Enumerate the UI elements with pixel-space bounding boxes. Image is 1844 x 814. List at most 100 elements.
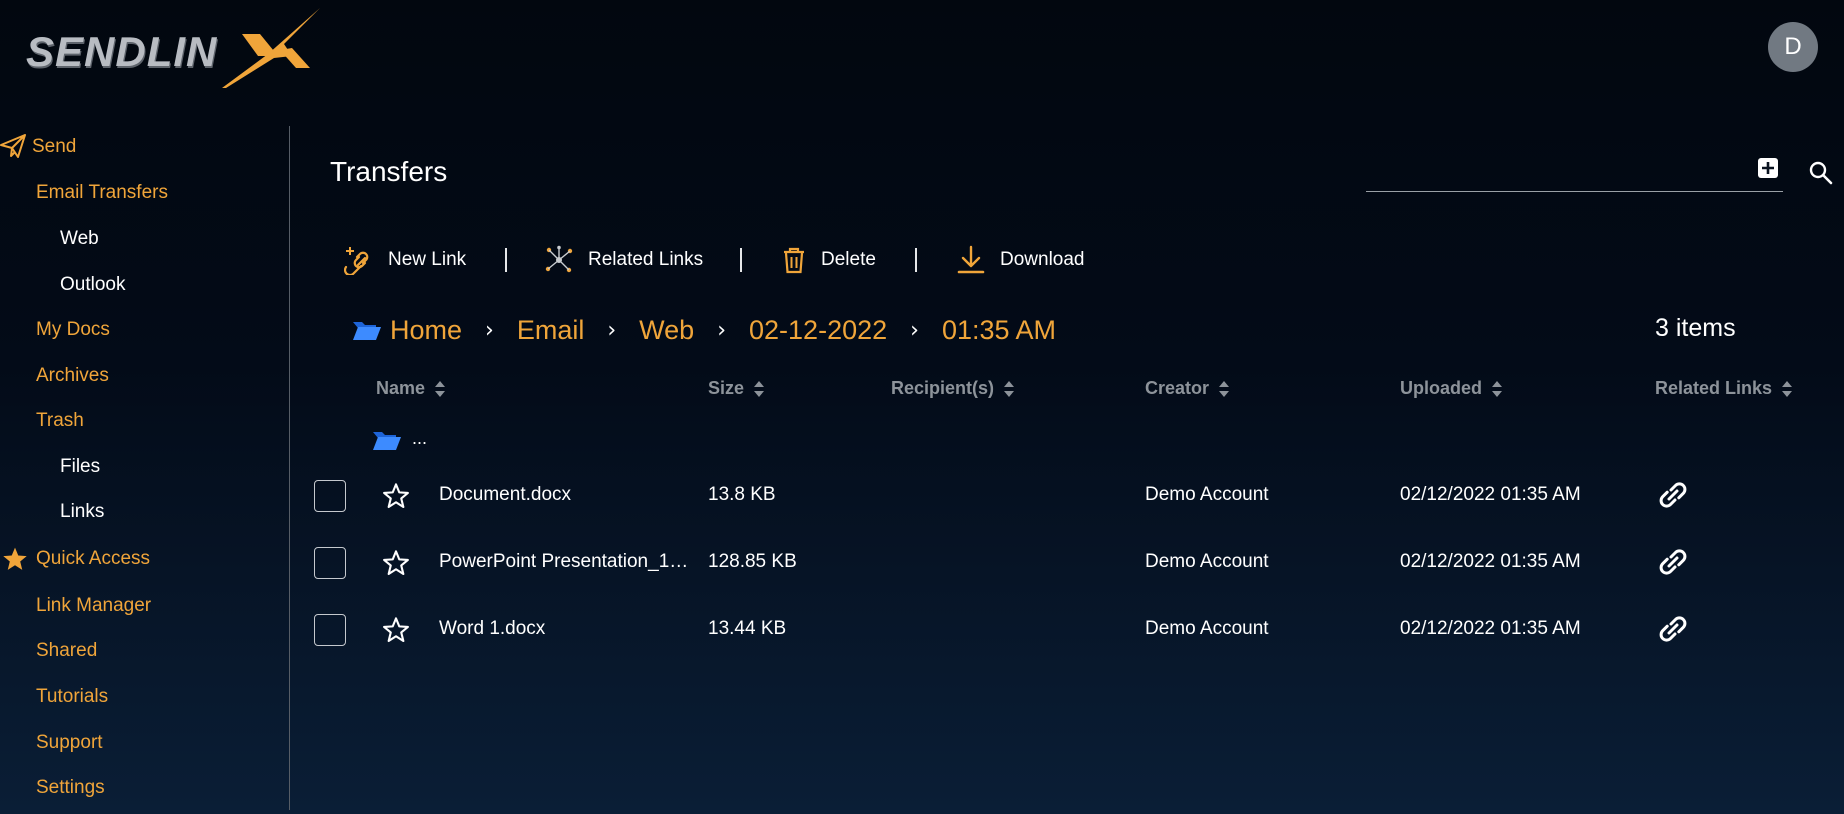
breadcrumb: Home › Email › Web › 02-12-2022 › 01:35 … bbox=[352, 312, 1056, 348]
column-header-recipients[interactable]: Recipient(s) bbox=[891, 378, 1015, 399]
logo-x-mark bbox=[222, 8, 320, 88]
related-links-icon bbox=[545, 245, 573, 273]
search-underline bbox=[1366, 191, 1783, 192]
column-label: Recipient(s) bbox=[891, 378, 995, 398]
breadcrumb-home[interactable]: Home bbox=[390, 315, 462, 346]
user-avatar[interactable]: D bbox=[1768, 22, 1818, 72]
sidebar-item-settings[interactable]: Settings bbox=[36, 777, 105, 799]
sidebar-item-archives[interactable]: Archives bbox=[36, 365, 109, 387]
column-header-related-links[interactable]: Related Links bbox=[1655, 378, 1793, 399]
sidebar-item-label: My Docs bbox=[36, 319, 110, 340]
toolbar-separator bbox=[915, 248, 917, 272]
add-icon[interactable] bbox=[1757, 157, 1779, 179]
sidebar-item-send[interactable]: Send bbox=[0, 134, 77, 158]
breadcrumb-email[interactable]: Email bbox=[517, 315, 585, 346]
column-label: Creator bbox=[1145, 378, 1210, 398]
link-icon[interactable] bbox=[1656, 478, 1690, 512]
items-count: 3 items bbox=[1655, 314, 1736, 342]
file-size: 13.8 KB bbox=[708, 484, 776, 505]
column-header-name[interactable]: Name bbox=[376, 378, 446, 399]
toolbar-separator bbox=[505, 248, 507, 272]
file-name[interactable]: Word 1.docx bbox=[439, 618, 691, 640]
new-link-label: New Link bbox=[388, 249, 467, 270]
sidebar-item-my-docs[interactable]: My Docs bbox=[36, 319, 110, 341]
table-row[interactable]: Word 1.docx 13.44 KB Demo Account 02/12/… bbox=[0, 604, 1844, 652]
star-outline-icon[interactable] bbox=[382, 482, 410, 510]
sidebar-item-outlook[interactable]: Outlook bbox=[60, 274, 125, 296]
breadcrumb-date[interactable]: 02-12-2022 bbox=[749, 315, 887, 346]
sidebar-item-trash[interactable]: Trash bbox=[36, 410, 84, 432]
table-row[interactable]: Document.docx 13.8 KB Demo Account 02/12… bbox=[0, 470, 1844, 518]
sidebar-item-label: Archives bbox=[36, 365, 109, 386]
sidebar-item-label: Tutorials bbox=[36, 686, 109, 707]
add-link-icon bbox=[344, 247, 369, 275]
paper-plane-icon bbox=[0, 134, 26, 158]
column-label: Related Links bbox=[1655, 378, 1773, 398]
open-folder-icon bbox=[373, 432, 401, 450]
chevron-right-icon: › bbox=[717, 317, 727, 343]
download-icon bbox=[957, 245, 985, 274]
trash-icon bbox=[784, 247, 804, 274]
sidebar-item-email-transfers[interactable]: Email Transfers bbox=[36, 182, 168, 204]
row-checkbox[interactable] bbox=[314, 480, 346, 512]
sort-icon bbox=[1219, 380, 1230, 397]
breadcrumb-web[interactable]: Web bbox=[639, 315, 694, 346]
sidebar-item-label: Support bbox=[36, 732, 103, 753]
row-checkbox[interactable] bbox=[314, 547, 346, 579]
chevron-right-icon: › bbox=[607, 317, 617, 343]
sort-icon bbox=[1782, 380, 1793, 397]
open-folder-icon bbox=[353, 322, 381, 340]
sidebar-divider bbox=[289, 126, 290, 810]
sidebar-item-web[interactable]: Web bbox=[60, 228, 99, 250]
star-outline-icon[interactable] bbox=[382, 549, 410, 577]
table-row[interactable]: PowerPoint Presentation_1.p... 128.85 KB… bbox=[0, 537, 1844, 585]
sort-icon bbox=[1004, 380, 1015, 397]
sort-icon bbox=[754, 380, 765, 397]
row-checkbox[interactable] bbox=[314, 614, 346, 646]
delete-button[interactable]: Delete bbox=[781, 244, 876, 276]
page-title: Transfers bbox=[330, 156, 448, 187]
sidebar-item-label: Email Transfers bbox=[36, 182, 168, 203]
sidebar-item-label: Outlook bbox=[60, 274, 126, 295]
column-label: Uploaded bbox=[1400, 378, 1483, 398]
file-creator: Demo Account bbox=[1145, 618, 1269, 639]
search-input[interactable] bbox=[1366, 160, 1746, 190]
column-label: Size bbox=[708, 378, 745, 398]
link-icon[interactable] bbox=[1656, 545, 1690, 579]
sidebar-item-tutorials[interactable]: Tutorials bbox=[36, 686, 108, 708]
sendlinx-logo[interactable]: SENDLIN bbox=[26, 6, 326, 90]
file-uploaded: 02/12/2022 01:35 AM bbox=[1400, 618, 1581, 639]
related-links-button[interactable]: Related Links bbox=[544, 244, 703, 276]
column-header-size[interactable]: Size bbox=[708, 378, 765, 399]
sidebar-item-label: Trash bbox=[36, 410, 84, 431]
sidebar-item-label: Send bbox=[32, 136, 77, 157]
column-label: Name bbox=[376, 378, 426, 398]
file-creator: Demo Account bbox=[1145, 551, 1269, 572]
sidebar-item-support[interactable]: Support bbox=[36, 732, 103, 754]
new-link-button[interactable]: New Link bbox=[344, 244, 466, 276]
chevron-right-icon: › bbox=[910, 317, 919, 343]
search-icon[interactable] bbox=[1808, 160, 1834, 186]
link-icon[interactable] bbox=[1656, 612, 1690, 646]
download-button[interactable]: Download bbox=[956, 244, 1085, 276]
file-uploaded: 02/12/2022 01:35 AM bbox=[1400, 484, 1581, 505]
logo-text: SENDLIN bbox=[26, 28, 218, 75]
breadcrumb-time[interactable]: 01:35 AM bbox=[942, 315, 1056, 346]
star-outline-icon[interactable] bbox=[382, 616, 410, 644]
file-name[interactable]: PowerPoint Presentation_1.p... bbox=[439, 551, 691, 573]
toolbar-separator bbox=[740, 248, 742, 272]
related-links-label: Related Links bbox=[588, 249, 704, 270]
sort-icon bbox=[1492, 380, 1503, 397]
sort-icon bbox=[435, 380, 446, 397]
column-header-creator[interactable]: Creator bbox=[1145, 378, 1230, 399]
file-name[interactable]: Document.docx bbox=[439, 484, 691, 506]
sidebar-item-label: Web bbox=[60, 228, 99, 249]
chevron-right-icon: › bbox=[485, 317, 494, 343]
file-size: 13.44 KB bbox=[708, 618, 787, 639]
file-uploaded: 02/12/2022 01:35 AM bbox=[1400, 551, 1581, 572]
column-header-uploaded[interactable]: Uploaded bbox=[1400, 378, 1503, 399]
download-label: Download bbox=[1000, 249, 1085, 270]
delete-label: Delete bbox=[821, 249, 876, 270]
parent-folder-row[interactable]: ... bbox=[372, 428, 427, 452]
parent-folder-label: ... bbox=[412, 427, 428, 448]
